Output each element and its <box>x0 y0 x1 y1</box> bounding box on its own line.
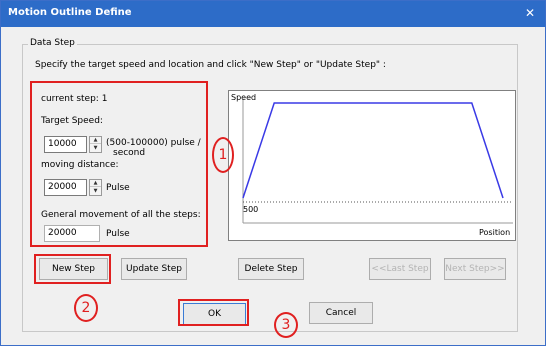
general-movement-value: 20000 <box>44 225 100 242</box>
spin-up-icon[interactable]: ▲ <box>90 137 101 144</box>
chart-min-speed-label: 500 <box>243 205 259 214</box>
general-movement-unit: Pulse <box>106 229 130 239</box>
ok-highlight <box>178 299 249 326</box>
instruction-text: Specify the target speed and location an… <box>35 60 386 70</box>
new-step-highlight <box>34 254 111 284</box>
current-step-label: current step: 1 <box>41 94 108 104</box>
general-movement-label: General movement of all the steps: <box>41 210 201 220</box>
delete-step-button[interactable]: Delete Step <box>238 258 304 280</box>
target-speed-spinner[interactable]: ▲ ▼ <box>89 136 102 153</box>
spin-down-icon[interactable]: ▼ <box>90 145 101 152</box>
target-speed-unit: second <box>113 148 146 158</box>
annotation-marker-1: 1 <box>212 137 234 173</box>
annotation-marker-2: 2 <box>74 294 98 322</box>
update-step-button[interactable]: Update Step <box>121 258 187 280</box>
chart-svg <box>242 99 513 224</box>
spin-up-icon[interactable]: ▲ <box>90 180 101 187</box>
moving-distance-label: moving distance: <box>41 160 119 170</box>
chart-x-label: Position <box>479 228 511 237</box>
speed-position-chart: Speed 500 Position <box>228 90 516 241</box>
annotation-marker-3: 3 <box>274 312 298 338</box>
moving-distance-input[interactable]: 20000 <box>44 179 87 196</box>
moving-distance-unit: Pulse <box>106 183 130 193</box>
spin-down-icon[interactable]: ▼ <box>90 188 101 195</box>
target-speed-input[interactable]: 10000 <box>44 136 87 153</box>
moving-distance-spinner[interactable]: ▲ ▼ <box>89 179 102 196</box>
window-title: Motion Outline Define <box>8 7 132 18</box>
target-speed-range: (500-100000) pulse / <box>106 138 201 148</box>
chart-y-label: Speed <box>231 93 257 102</box>
last-step-button[interactable]: <<Last Step <box>369 258 431 280</box>
cancel-button[interactable]: Cancel <box>309 302 373 324</box>
close-icon[interactable]: ✕ <box>521 4 539 22</box>
group-legend: Data Step <box>28 38 77 48</box>
speed-profile-line <box>242 102 504 199</box>
title-bar: Motion Outline Define ✕ <box>1 1 545 27</box>
next-step-button[interactable]: Next Step>> <box>444 258 506 280</box>
target-speed-label: Target Speed: <box>41 116 103 126</box>
